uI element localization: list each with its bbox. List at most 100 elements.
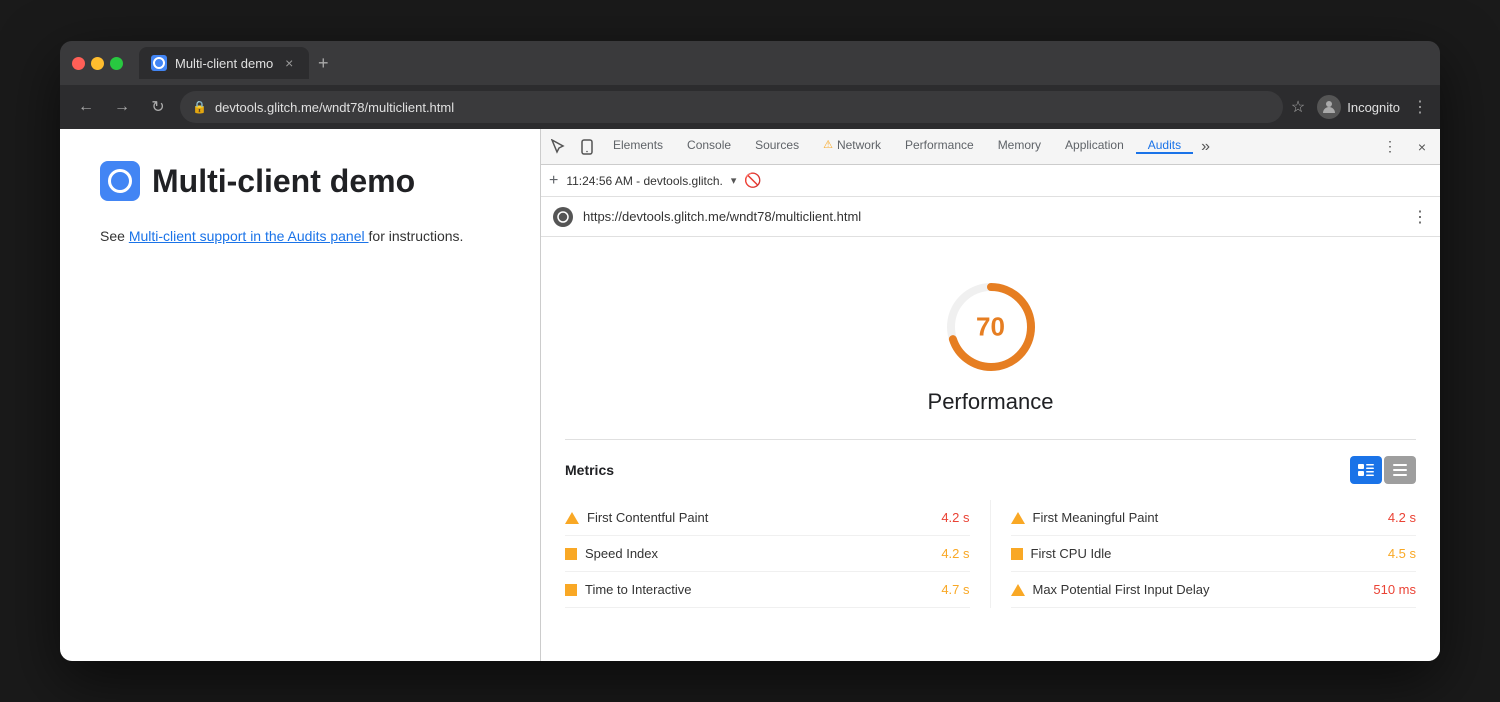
network-warning-icon: ⚠ bbox=[823, 138, 833, 151]
metric-orange-icon-si bbox=[565, 548, 577, 560]
metrics-left-column: First Contentful Paint 4.2 s Speed Index… bbox=[565, 500, 991, 608]
tab-performance[interactable]: Performance bbox=[893, 138, 986, 154]
score-section: 70 Performance bbox=[565, 257, 1416, 439]
metric-warning-icon-mpfid bbox=[1011, 584, 1025, 596]
tab-application[interactable]: Application bbox=[1053, 138, 1136, 154]
devtools-tab-actions: ⋮ × bbox=[1376, 133, 1436, 161]
tab-console[interactable]: Console bbox=[675, 138, 743, 154]
tab-network[interactable]: ⚠ Network bbox=[811, 138, 893, 154]
page-logo bbox=[100, 161, 140, 201]
back-button[interactable]: ← bbox=[72, 93, 100, 121]
lock-icon: 🔒 bbox=[192, 100, 207, 114]
devtools-settings-icon[interactable]: ⋮ bbox=[1376, 133, 1404, 161]
browser-content: Multi-client demo See Multi-client suppo… bbox=[60, 129, 1440, 661]
metric-name-fcp: First Contentful Paint bbox=[587, 510, 912, 525]
browser-window: Multi-client demo × + ← → ↻ 🔒 devtools.g… bbox=[60, 41, 1440, 661]
metrics-right-column: First Meaningful Paint 4.2 s First CPU I… bbox=[991, 500, 1417, 608]
score-label: Performance bbox=[928, 389, 1054, 415]
tab-sources[interactable]: Sources bbox=[743, 138, 811, 154]
minimize-traffic-light[interactable] bbox=[91, 57, 104, 70]
audits-panel-link[interactable]: Multi-client support in the Audits panel bbox=[129, 228, 369, 244]
metric-value-fcp: 4.2 s bbox=[920, 510, 970, 525]
devtools-tabs: Elements Console Sources ⚠ Network Perfo… bbox=[601, 138, 1376, 156]
metric-name-mpfid: Max Potential First Input Delay bbox=[1033, 582, 1359, 597]
traffic-lights bbox=[72, 57, 123, 70]
metrics-view-toggle bbox=[1350, 456, 1416, 484]
clear-audits-button[interactable]: 🚫 bbox=[744, 172, 761, 189]
devtools-subbar: + 11:24:56 AM - devtools.glitch. ▾ 🚫 bbox=[541, 165, 1440, 197]
score-circle: 70 bbox=[941, 277, 1041, 377]
metric-value-mpfid: 510 ms bbox=[1366, 582, 1416, 597]
inspector-button[interactable] bbox=[545, 133, 573, 161]
metric-warning-icon-fcp bbox=[565, 512, 579, 524]
title-bar: Multi-client demo × + bbox=[60, 41, 1440, 85]
description-before: See bbox=[100, 228, 129, 244]
metrics-header: Metrics bbox=[565, 456, 1416, 484]
device-toggle-button[interactable] bbox=[573, 133, 601, 161]
devtools-body: 70 Performance Metrics bbox=[541, 237, 1440, 661]
view-grid-button[interactable] bbox=[1350, 456, 1382, 484]
close-traffic-light[interactable] bbox=[72, 57, 85, 70]
page-header: Multi-client demo bbox=[100, 161, 500, 201]
metric-orange-icon-tti bbox=[565, 584, 577, 596]
page-title: Multi-client demo bbox=[152, 163, 415, 200]
metric-name-fmp: First Meaningful Paint bbox=[1033, 510, 1359, 525]
devtools-close-button[interactable]: × bbox=[1408, 133, 1436, 161]
metrics-grid: First Contentful Paint 4.2 s Speed Index… bbox=[565, 500, 1416, 608]
tab-title: Multi-client demo bbox=[175, 56, 273, 71]
audit-url-favicon bbox=[553, 207, 573, 227]
devtools-toolbar: Elements Console Sources ⚠ Network Perfo… bbox=[541, 129, 1440, 165]
incognito-label: Incognito bbox=[1347, 100, 1400, 115]
metric-name-tti: Time to Interactive bbox=[585, 582, 912, 597]
page-logo-inner bbox=[108, 169, 132, 193]
browser-menu-icon[interactable]: ⋮ bbox=[1412, 97, 1428, 117]
forward-button[interactable]: → bbox=[108, 93, 136, 121]
tab-memory[interactable]: Memory bbox=[986, 138, 1053, 154]
metric-row-fci: First CPU Idle 4.5 s bbox=[1011, 536, 1417, 572]
audit-url-text: https://devtools.glitch.me/wndt78/multic… bbox=[583, 209, 1402, 224]
metrics-section: Metrics bbox=[565, 439, 1416, 608]
metric-orange-icon-fci bbox=[1011, 548, 1023, 560]
new-tab-button[interactable]: + bbox=[309, 49, 337, 77]
incognito-avatar bbox=[1317, 95, 1341, 119]
bookmark-icon[interactable]: ☆ bbox=[1291, 97, 1305, 117]
add-audit-button[interactable]: + bbox=[549, 172, 558, 190]
address-bar: ← → ↻ 🔒 devtools.glitch.me/wndt78/multic… bbox=[60, 85, 1440, 129]
tab-favicon bbox=[151, 55, 167, 71]
metrics-title: Metrics bbox=[565, 462, 614, 478]
maximize-traffic-light[interactable] bbox=[110, 57, 123, 70]
metric-row-fmp: First Meaningful Paint 4.2 s bbox=[1011, 500, 1417, 536]
audit-url-menu[interactable]: ⋮ bbox=[1412, 207, 1428, 227]
metric-row-si: Speed Index 4.2 s bbox=[565, 536, 970, 572]
incognito-button[interactable]: Incognito bbox=[1317, 95, 1400, 119]
metric-row-tti: Time to Interactive 4.7 s bbox=[565, 572, 970, 608]
audit-timestamp: 11:24:56 AM - devtools.glitch. bbox=[566, 174, 723, 188]
page-description: See Multi-client support in the Audits p… bbox=[100, 225, 500, 247]
audit-url-bar: https://devtools.glitch.me/wndt78/multic… bbox=[541, 197, 1440, 237]
view-list-button[interactable] bbox=[1384, 456, 1416, 484]
tab-bar: Multi-client demo × + bbox=[139, 47, 1428, 79]
metric-value-si: 4.2 s bbox=[920, 546, 970, 561]
address-bar-right: ☆ Incognito ⋮ bbox=[1291, 95, 1428, 119]
active-tab[interactable]: Multi-client demo × bbox=[139, 47, 309, 79]
metric-value-fci: 4.5 s bbox=[1366, 546, 1416, 561]
description-after: for instructions. bbox=[369, 228, 464, 244]
metric-row-fcp: First Contentful Paint 4.2 s bbox=[565, 500, 970, 536]
metric-value-tti: 4.7 s bbox=[920, 582, 970, 597]
more-tabs-button[interactable]: » bbox=[1193, 138, 1218, 156]
page-content: Multi-client demo See Multi-client suppo… bbox=[60, 129, 540, 661]
metric-row-mpfid: Max Potential First Input Delay 510 ms bbox=[1011, 572, 1417, 608]
devtools-panel: Elements Console Sources ⚠ Network Perfo… bbox=[540, 129, 1440, 661]
reload-button[interactable]: ↻ bbox=[144, 93, 172, 121]
score-value: 70 bbox=[976, 312, 1005, 343]
metric-warning-icon-fmp bbox=[1011, 512, 1025, 524]
url-bar[interactable]: 🔒 devtools.glitch.me/wndt78/multiclient.… bbox=[180, 91, 1283, 123]
tab-audits[interactable]: Audits bbox=[1136, 138, 1193, 154]
tab-elements[interactable]: Elements bbox=[601, 138, 675, 154]
url-text: devtools.glitch.me/wndt78/multiclient.ht… bbox=[215, 100, 454, 115]
metric-name-si: Speed Index bbox=[585, 546, 912, 561]
audit-dropdown-arrow[interactable]: ▾ bbox=[731, 174, 737, 187]
tab-close-button[interactable]: × bbox=[281, 55, 297, 71]
metric-name-fci: First CPU Idle bbox=[1031, 546, 1359, 561]
metric-value-fmp: 4.2 s bbox=[1366, 510, 1416, 525]
